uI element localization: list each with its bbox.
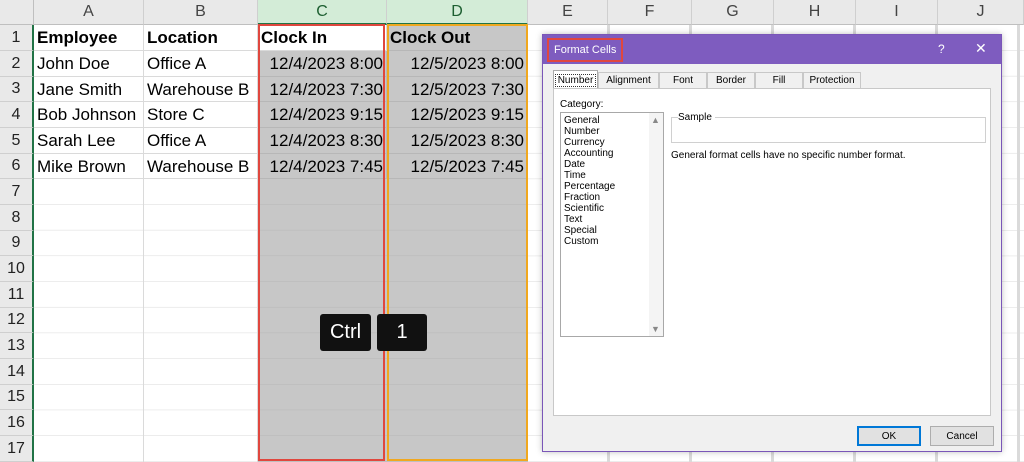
dialog-titlebar[interactable]: Format Cells ? ✕ — [543, 35, 1001, 64]
sample-label: Sample — [678, 112, 715, 123]
column-header-b[interactable]: B — [144, 0, 258, 25]
row-header-1[interactable]: 1 — [0, 25, 34, 51]
cell-d6[interactable]: 12/5/2023 7:45 — [387, 154, 528, 179]
tab-alignment[interactable]: Alignment — [598, 72, 659, 88]
category-text[interactable]: Text — [564, 214, 582, 225]
row-header-12[interactable]: 12 — [0, 308, 34, 333]
select-all-corner[interactable] — [0, 0, 34, 25]
cell-c6[interactable]: 12/4/2023 7:45 — [258, 154, 387, 179]
cell-a6[interactable]: Mike Brown — [34, 154, 144, 179]
row-header-2[interactable]: 2 — [0, 51, 34, 77]
empty-grid[interactable] — [34, 179, 258, 462]
category-list[interactable]: General Number Currency Accounting Date … — [560, 112, 664, 337]
tab-number[interactable]: Number — [553, 70, 598, 89]
category-accounting[interactable]: Accounting — [564, 148, 613, 159]
category-number[interactable]: Number — [564, 126, 600, 137]
column-header-g[interactable]: G — [692, 0, 774, 25]
help-icon[interactable]: ? — [938, 42, 945, 56]
tab-border[interactable]: Border — [707, 72, 755, 88]
column-header-e[interactable]: E — [528, 0, 608, 25]
category-scientific[interactable]: Scientific — [564, 203, 604, 214]
category-custom[interactable]: Custom — [564, 236, 598, 247]
cell-d3[interactable]: 12/5/2023 7:30 — [387, 77, 528, 102]
format-description: General format cells have no specific nu… — [671, 150, 906, 161]
category-general[interactable]: General — [564, 115, 600, 126]
cell-d4[interactable]: 12/5/2023 9:15 — [387, 102, 528, 128]
column-header-h[interactable]: H — [774, 0, 856, 25]
cell-d5[interactable]: 12/5/2023 8:30 — [387, 128, 528, 154]
category-special[interactable]: Special — [564, 225, 597, 236]
row-header-15[interactable]: 15 — [0, 385, 34, 410]
category-date[interactable]: Date — [564, 159, 585, 170]
category-currency[interactable]: Currency — [564, 137, 605, 148]
cell-a2[interactable]: John Doe — [34, 51, 144, 77]
cell-d1[interactable]: Clock Out — [387, 25, 528, 51]
row-header-17[interactable]: 17 — [0, 436, 34, 462]
category-percentage[interactable]: Percentage — [564, 181, 615, 192]
cell-d2[interactable]: 12/5/2023 8:00 — [387, 51, 528, 77]
cell-b4[interactable]: Store C — [144, 102, 258, 128]
scroll-up-icon[interactable]: ▲ — [651, 115, 660, 125]
cell-a1[interactable]: Employee — [34, 25, 144, 51]
cell-b3[interactable]: Warehouse B — [144, 77, 258, 102]
one-key-badge: 1 — [377, 314, 427, 351]
cell-c1[interactable]: Clock In — [258, 25, 387, 51]
cancel-button[interactable]: Cancel — [930, 426, 994, 446]
column-header-f[interactable]: F — [608, 0, 692, 25]
number-tab-panel: Category: General Number Currency Accoun… — [553, 88, 991, 416]
row-header-16[interactable]: 16 — [0, 410, 34, 436]
cell-b1[interactable]: Location — [144, 25, 258, 51]
column-header-d[interactable]: D — [387, 0, 528, 25]
cell-c5[interactable]: 12/4/2023 8:30 — [258, 128, 387, 154]
ok-button[interactable]: OK — [857, 426, 921, 446]
cell-a5[interactable]: Sarah Lee — [34, 128, 144, 154]
column-header-c[interactable]: C — [258, 0, 387, 25]
cell-c2[interactable]: 12/4/2023 8:00 — [258, 51, 387, 77]
cell-c4[interactable]: 12/4/2023 9:15 — [258, 102, 387, 128]
category-scrollbar[interactable]: ▲ ▼ — [649, 113, 663, 336]
category-fraction[interactable]: Fraction — [564, 192, 600, 203]
cell-b5[interactable]: Office A — [144, 128, 258, 154]
row-header-7[interactable]: 7 — [0, 179, 34, 205]
ctrl-key-badge: Ctrl — [320, 314, 371, 351]
format-cells-dialog: Format Cells ? ✕ Number Alignment Font B… — [542, 34, 1002, 452]
cell-a3[interactable]: Jane Smith — [34, 77, 144, 102]
category-time[interactable]: Time — [564, 170, 586, 181]
row-header-10[interactable]: 10 — [0, 256, 34, 282]
cell-c3[interactable]: 12/4/2023 7:30 — [258, 77, 387, 102]
row-header-5[interactable]: 5 — [0, 128, 34, 154]
row-header-14[interactable]: 14 — [0, 359, 34, 385]
scroll-down-icon[interactable]: ▼ — [651, 324, 660, 334]
tab-font[interactable]: Font — [659, 72, 707, 88]
row-header-8[interactable]: 8 — [0, 205, 34, 231]
cell-b2[interactable]: Office A — [144, 51, 258, 77]
row-header-6[interactable]: 6 — [0, 154, 34, 179]
row-header-11[interactable]: 11 — [0, 282, 34, 308]
row-header-4[interactable]: 4 — [0, 102, 34, 128]
cell-a4[interactable]: Bob Johnson — [34, 102, 144, 128]
cell-b6[interactable]: Warehouse B — [144, 154, 258, 179]
dialog-title: Format Cells — [547, 38, 624, 62]
tab-fill[interactable]: Fill — [755, 72, 803, 88]
column-header-j[interactable]: J — [938, 0, 1024, 25]
sample-preview — [671, 117, 986, 143]
row-header-9[interactable]: 9 — [0, 231, 34, 256]
close-icon[interactable]: ✕ — [975, 40, 987, 57]
column-header-a[interactable]: A — [34, 0, 144, 25]
tab-protection[interactable]: Protection — [803, 72, 861, 88]
category-label: Category: — [560, 99, 604, 110]
column-header-i[interactable]: I — [856, 0, 938, 25]
row-header-3[interactable]: 3 — [0, 77, 34, 102]
row-header-13[interactable]: 13 — [0, 333, 34, 359]
